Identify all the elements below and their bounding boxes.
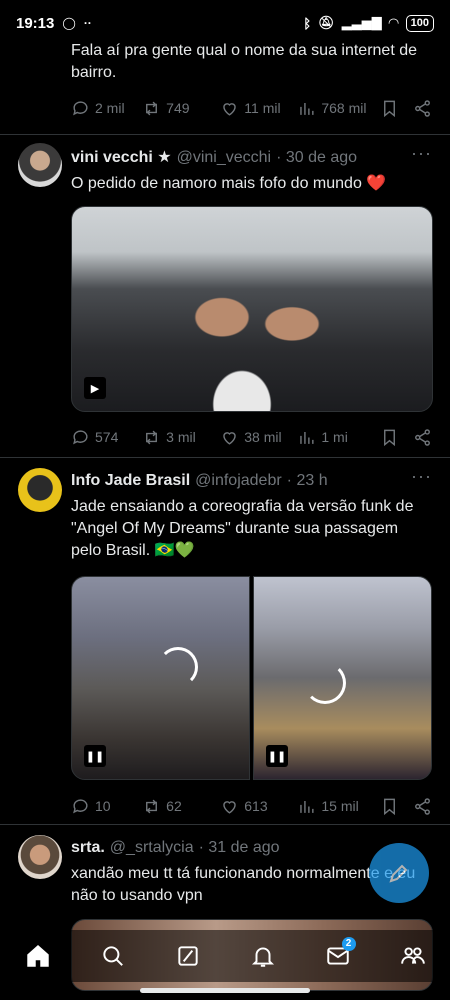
more-notifications-icon: ·· — [83, 16, 92, 30]
loading-spinner — [158, 647, 198, 687]
like-icon — [223, 800, 237, 814]
tweet-text: Fala aí pra gente qual o nome da sua int… — [71, 42, 418, 81]
avatar[interactable] — [18, 468, 62, 512]
author-handle[interactable]: @_srtalycia — [110, 837, 194, 859]
views-icon — [300, 431, 314, 444]
bookmark-icon — [384, 429, 396, 446]
tweet-video[interactable]: ▶ — [71, 206, 433, 412]
reply-icon — [73, 429, 88, 444]
author-name[interactable]: vini vecchi ★ — [71, 147, 172, 169]
bookmark-button[interactable] — [380, 428, 413, 447]
like-icon — [223, 102, 237, 116]
nav-search[interactable] — [93, 936, 133, 976]
views-button[interactable]: 1 mi — [297, 428, 380, 447]
tweet[interactable]: ··· Info Jade Brasil @infojadebr · 23 h … — [0, 458, 450, 825]
tweet[interactable]: Fala aí pra gente qual o nome da sua int… — [0, 40, 450, 135]
tweet-video[interactable]: ❚❚ — [71, 576, 250, 780]
reply-icon — [73, 100, 88, 115]
author-name[interactable]: srta. — [71, 837, 105, 859]
battery-icon: 100 — [405, 14, 434, 32]
bookmark-icon — [384, 100, 396, 117]
nav-home[interactable] — [18, 936, 58, 976]
views-button[interactable]: 768 mil — [297, 99, 380, 118]
avatar[interactable] — [18, 835, 62, 879]
tweet-actions: 2 mil 749 11 mil 768 mil — [71, 96, 432, 120]
tweet-time[interactable]: · 23 h — [287, 470, 328, 492]
bottom-navigation: 2 — [0, 930, 450, 982]
clock: 19:13 — [16, 14, 55, 32]
reply-button[interactable]: 574 — [71, 428, 142, 447]
home-icon — [26, 944, 49, 967]
author-handle[interactable]: @infojadebr — [195, 470, 282, 492]
communities-icon — [400, 947, 425, 964]
author-name[interactable]: Info Jade Brasil — [71, 470, 190, 492]
like-icon — [223, 431, 237, 445]
bookmark-icon — [384, 798, 396, 815]
grok-icon — [177, 946, 198, 966]
pause-button[interactable]: ❚❚ — [84, 745, 106, 767]
share-icon — [415, 99, 430, 117]
reply-icon — [73, 798, 88, 813]
signal-icon: ▂▃▅▇ — [341, 15, 382, 30]
like-button[interactable]: 38 mil — [220, 428, 297, 447]
share-button[interactable] — [413, 428, 432, 447]
reply-button[interactable]: 2 mil — [71, 99, 142, 118]
tweet-time[interactable]: · 30 de ago — [276, 147, 357, 169]
avatar[interactable] — [18, 143, 62, 187]
notifications-icon — [251, 947, 274, 967]
video-scene — [152, 277, 352, 411]
more-options-icon[interactable]: ··· — [411, 466, 432, 487]
like-button[interactable]: 11 mil — [220, 99, 297, 118]
retweet-icon — [146, 101, 158, 115]
tweet-actions: 574 3 mil 38 mil 1 mi — [71, 425, 432, 449]
reply-button[interactable]: 10 — [71, 797, 142, 816]
search-icon — [102, 946, 123, 966]
gesture-bar[interactable] — [140, 988, 310, 993]
retweet-icon — [146, 430, 158, 444]
loading-spinner — [304, 662, 346, 704]
messages-badge: 2 — [341, 937, 356, 951]
nav-communities[interactable] — [393, 936, 433, 976]
nav-notifications[interactable] — [243, 936, 283, 976]
share-icon — [415, 428, 430, 446]
timeline[interactable]: Fala aí pra gente qual o nome da sua int… — [0, 40, 450, 991]
nav-messages[interactable]: 2 — [318, 936, 358, 976]
retweet-icon — [146, 799, 158, 813]
tweet[interactable]: ··· vini vecchi ★ @vini_vecchi · 30 de a… — [0, 135, 450, 458]
views-icon — [300, 102, 314, 115]
tweet-text: Jade ensaiando a coreografia da versão f… — [71, 498, 414, 559]
bookmark-button[interactable] — [380, 797, 413, 816]
retweet-button[interactable]: 62 — [142, 797, 220, 816]
compose-button[interactable] — [369, 843, 429, 903]
play-button[interactable]: ▶ — [84, 377, 106, 399]
pause-button[interactable]: ❚❚ — [266, 745, 288, 767]
tweet-actions: 10 62 613 15 mil — [71, 794, 432, 818]
share-button[interactable] — [413, 99, 432, 118]
share-button[interactable] — [413, 797, 432, 816]
retweet-button[interactable]: 749 — [142, 99, 220, 118]
tweet-text: O pedido de namoro mais fofo do mundo ❤️ — [71, 175, 387, 192]
mute-icon: 🔕︎ — [318, 15, 335, 30]
whatsapp-icon: ◯ — [62, 16, 76, 30]
bluetooth-icon: ᛒ — [303, 15, 312, 31]
like-button[interactable]: 613 — [220, 797, 297, 816]
compose-icon — [389, 864, 408, 883]
retweet-button[interactable]: 3 mil — [142, 428, 220, 447]
nav-grok[interactable] — [168, 936, 208, 976]
views-icon — [300, 800, 314, 813]
views-button[interactable]: 15 mil — [297, 797, 380, 816]
wifi-icon: ◠ — [388, 15, 399, 30]
more-options-icon[interactable]: ··· — [411, 143, 432, 164]
share-icon — [415, 797, 430, 815]
tweet-media-grid: ❚❚ ❚❚ — [71, 576, 432, 780]
tweet-video[interactable]: ❚❚ — [253, 576, 432, 780]
bookmark-button[interactable] — [380, 99, 413, 118]
author-handle[interactable]: @vini_vecchi — [177, 147, 272, 169]
tweet-time[interactable]: · 31 de ago — [199, 837, 280, 859]
